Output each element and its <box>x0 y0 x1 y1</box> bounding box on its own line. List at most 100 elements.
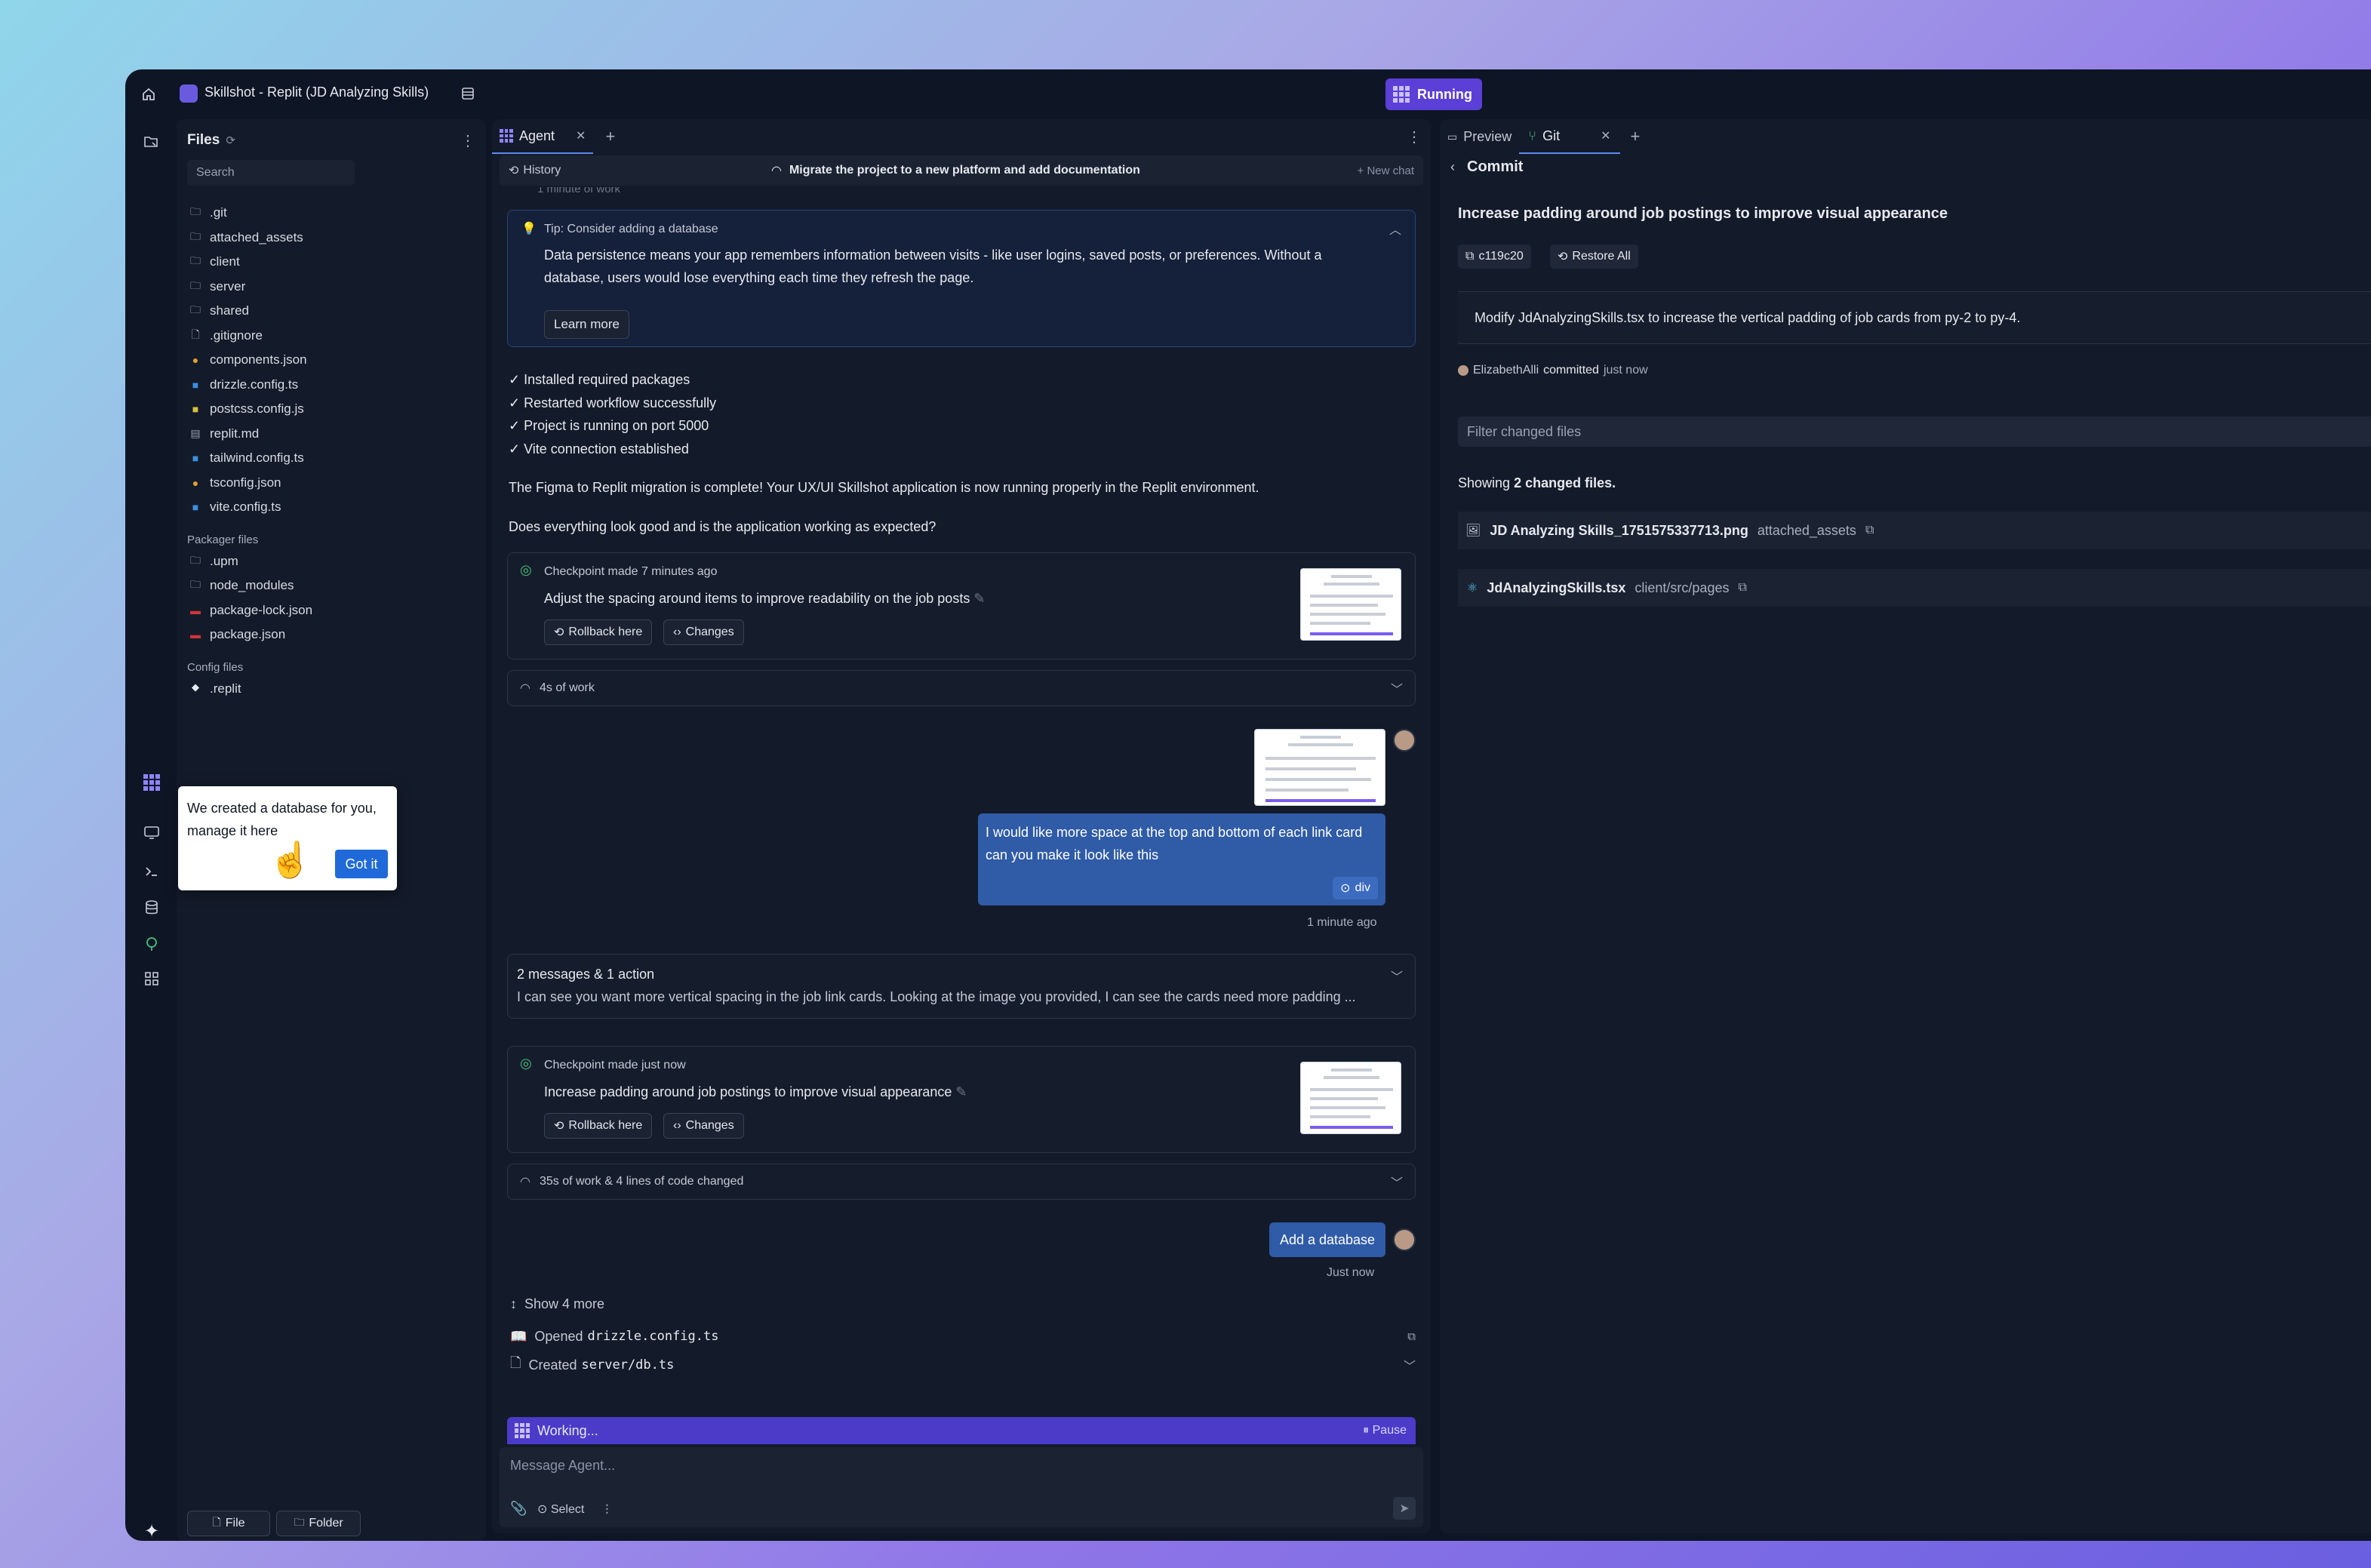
file-tree-item[interactable]: 🗀 .git <box>177 201 486 226</box>
file-tree-item[interactable]: ⯁ .replit <box>177 677 486 702</box>
new-folder-button[interactable]: 🗀 Folder <box>276 1511 361 1536</box>
add-tab-icon[interactable]: + <box>1631 127 1641 146</box>
rollback-label: Rollback here <box>568 1119 643 1132</box>
file-tree-item[interactable]: ■ vite.config.ts <box>177 495 486 520</box>
file-tree-item[interactable]: ▤ replit.md <box>177 422 486 447</box>
changed-file-row[interactable]: ⚛ JdAnalyzingSkills.tsx client/src/pages… <box>1458 569 2371 607</box>
file-name: shared <box>210 303 249 318</box>
filter-changed-files-input[interactable]: Filter changed files <box>1458 417 2371 447</box>
tab-preview[interactable]: ▭ Preview <box>1440 119 1519 154</box>
changes-button[interactable]: ‹› Changes <box>663 1113 744 1139</box>
home-icon[interactable] <box>140 86 157 103</box>
agent-menu-icon[interactable]: ⋮ <box>1407 128 1422 146</box>
work-summary-row[interactable]: ◠ 35s of work & 4 lines of code changed … <box>507 1164 1416 1200</box>
file-tree-item[interactable]: ▬ package-lock.json <box>177 598 486 623</box>
chat-scroll[interactable]: 1 minute of work 💡 Tip: Consider adding … <box>492 187 1431 1443</box>
deployments-icon[interactable] <box>142 934 161 954</box>
checkpoint-screenshot-thumbnail[interactable] <box>1300 568 1401 641</box>
file-tree-item[interactable]: 🗋 .gitignore <box>177 324 486 349</box>
file-name: replit.md <box>210 426 260 441</box>
files-menu-icon[interactable]: ⋮ <box>460 131 475 150</box>
changes-button[interactable]: ‹› Changes <box>663 620 744 645</box>
tab-git[interactable]: ⑂ Git ✕ <box>1519 119 1620 154</box>
open-file-icon[interactable]: ⧉ <box>1407 1330 1416 1343</box>
agent-icon[interactable] <box>143 774 160 791</box>
checkpoint-screenshot-thumbnail[interactable] <box>1300 1062 1401 1134</box>
tab-agent[interactable]: Agent ✕ <box>492 119 594 154</box>
rollback-button[interactable]: ⟲ Rollback here <box>544 620 653 645</box>
settings-sliders-icon[interactable]: ⫶ <box>605 1502 609 1518</box>
file-tree-item[interactable]: ● tsconfig.json <box>177 471 486 496</box>
add-tab-icon[interactable]: + <box>605 127 615 146</box>
action-opened-file[interactable]: 📖 Opened drizzle.config.ts ⧉ <box>510 1327 1416 1346</box>
file-tree-item[interactable]: 🗀 .upm <box>177 549 486 574</box>
learn-more-button[interactable]: Learn more <box>544 310 629 339</box>
pause-button[interactable]: ⏸ Pause <box>1363 1424 1407 1437</box>
lightbulb-icon: 💡 <box>521 223 537 235</box>
file-tree-item[interactable]: 🗀 node_modules <box>177 573 486 598</box>
send-icon[interactable]: ➤ <box>1393 1497 1416 1520</box>
tip-card: 💡 Tip: Consider adding a database ︿ Data… <box>507 210 1416 347</box>
file-tree-item[interactable]: 🗀 client <box>177 250 486 275</box>
chevron-down-icon: ﹀ <box>1390 684 1403 696</box>
project-title[interactable]: Skillshot - Replit (JD Analyzing Skills) <box>205 85 429 100</box>
attached-image-thumbnail[interactable] <box>1254 729 1385 806</box>
console-icon[interactable] <box>142 862 161 881</box>
file-name: drizzle.config.ts <box>210 377 299 392</box>
file-tree-item[interactable]: 🗀 attached_assets <box>177 226 486 251</box>
new-file-button[interactable]: 🗋 File <box>187 1511 270 1536</box>
edit-pencil-icon[interactable]: ✎ <box>955 1084 967 1099</box>
running-status-button[interactable]: Running <box>1385 78 1482 110</box>
messages-summary-card[interactable]: 2 messages & 1 action ﹀ I can see you wa… <box>507 954 1416 1019</box>
preview-icon[interactable] <box>142 822 161 842</box>
message-input-box[interactable]: Message Agent... 📎 ⊙ Select ⫶ ➤ <box>500 1447 1423 1527</box>
sparkle-icon[interactable]: ✦ <box>142 1521 161 1542</box>
restore-all-button[interactable]: ⟲ Restore All <box>1550 244 1638 269</box>
checkpoint-card: ◎ Checkpoint made just now Increase padd… <box>507 1046 1416 1153</box>
commit-hash-chip[interactable]: ⧉ c119c20 <box>1458 244 1531 269</box>
sync-icon: ⟳ <box>226 134 235 147</box>
tip-collapse-icon[interactable]: ︿ <box>1389 220 1401 238</box>
show-more-button[interactable]: ↕ Show 4 more <box>510 1296 604 1312</box>
close-tab-icon[interactable]: ✕ <box>1601 128 1610 143</box>
user-message-bubble: Add a database <box>1269 1222 1385 1257</box>
file-tree-item[interactable]: ■ tailwind.config.ts <box>177 446 486 471</box>
file-explorer-icon[interactable] <box>140 131 161 152</box>
attach-icon[interactable]: 📎 <box>510 1501 527 1517</box>
author-name: ElizabethAlli <box>1473 364 1539 377</box>
history-button[interactable]: ⟲ History <box>509 163 561 178</box>
action-created-file[interactable]: 🗋 Created server/db.ts ﹀ <box>510 1355 1416 1375</box>
files-search-input[interactable]: Search <box>187 160 355 186</box>
select-element-button[interactable]: ⊙ Select <box>537 1502 584 1517</box>
back-arrow-icon[interactable]: ‹ <box>1450 159 1455 175</box>
file-tree-item[interactable]: 🗀 shared <box>177 299 486 324</box>
checkpoint-card: ◎ Checkpoint made 7 minutes ago Adjust t… <box>507 552 1416 659</box>
changed-file-row[interactable]: 🖼 JD Analyzing Skills_1751575337713.png … <box>1458 512 2371 549</box>
file-tree-item[interactable]: ● components.json <box>177 348 486 373</box>
file-tree-item[interactable]: 🗀 server <box>177 275 486 300</box>
database-toggle-icon[interactable] <box>459 85 477 103</box>
file-name: .replit <box>210 681 241 696</box>
database-icon[interactable] <box>142 898 161 918</box>
new-folder-label: Folder <box>309 1517 343 1530</box>
folder-icon: 🗀 <box>190 205 201 218</box>
check-item: ✓ Vite connection established <box>509 441 689 457</box>
got-it-button[interactable]: Got it <box>335 850 388 878</box>
element-tag-chip[interactable]: ⊙ div <box>1333 877 1378 899</box>
copy-icon[interactable]: ⧉ <box>1865 524 1874 537</box>
checkpoint-desc-text: Increase padding around job postings to … <box>544 1084 952 1099</box>
copy-icon[interactable]: ⧉ <box>1738 581 1746 595</box>
all-tools-icon[interactable] <box>142 969 161 988</box>
file-tree-item[interactable]: ■ drizzle.config.ts <box>177 373 486 398</box>
file-tree-item[interactable]: ▬ package.json <box>177 623 486 647</box>
edit-pencil-icon[interactable]: ✎ <box>973 591 985 606</box>
file-tree-item[interactable]: ■ postcss.config.js <box>177 397 486 422</box>
new-chat-button[interactable]: + New chat <box>1358 164 1414 177</box>
rollback-button[interactable]: ⟲ Rollback here <box>544 1113 653 1139</box>
work-summary-row[interactable]: ◠ 4s of work ﹀ <box>507 670 1416 706</box>
folder-icon: 🗀 <box>190 303 201 316</box>
chat-title-text: Migrate the project to a new platform an… <box>789 164 1140 177</box>
check-item: ✓ Restarted workflow successfully <box>509 395 717 410</box>
new-chat-label: New chat <box>1367 164 1414 177</box>
close-tab-icon[interactable]: ✕ <box>576 128 586 143</box>
